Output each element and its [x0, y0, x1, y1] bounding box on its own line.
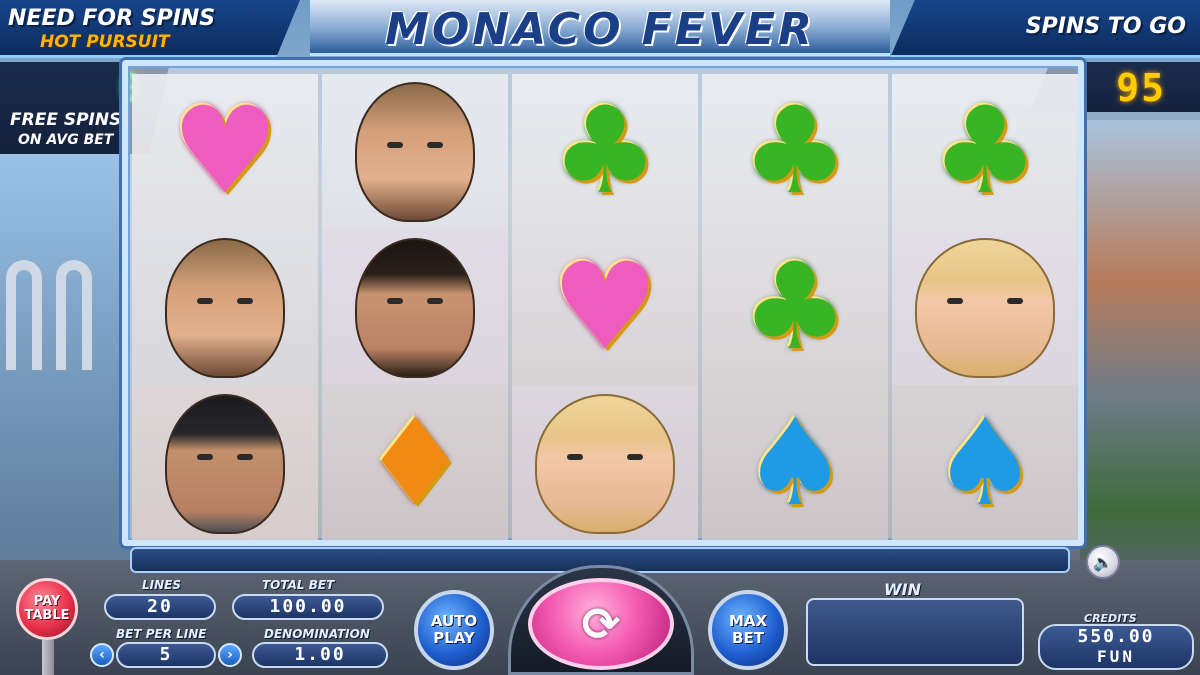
chevron-left-icon: ‹	[99, 647, 105, 663]
paytable-stand	[42, 640, 54, 675]
bet-per-line-display: 5	[116, 642, 216, 668]
spins-to-go-counter: 95	[1116, 66, 1166, 110]
paytable-label-1: PAY	[33, 593, 61, 609]
reel-symbol-club: ♣	[892, 74, 1078, 229]
reel-symbol-spade: ♠	[702, 386, 888, 541]
brand-title: NEED FOR SPINS	[8, 6, 216, 31]
reel-symbol-club: ♣	[702, 74, 888, 229]
reel-1: ♥	[132, 74, 318, 541]
blonde-woman-portrait	[915, 237, 1055, 378]
reel-symbol-woman-dark	[322, 230, 508, 385]
spade-icon: ♠	[741, 393, 849, 533]
lines-label: LINES	[142, 578, 181, 592]
speaker-icon: 🔈	[1093, 552, 1113, 572]
club-icon: ♣	[551, 81, 659, 221]
spade-icon: ♠	[931, 393, 1039, 533]
blonde-woman-portrait	[535, 393, 675, 534]
denomination-label: DENOMINATION	[264, 627, 370, 641]
reel-symbol-spade: ♠	[892, 386, 1078, 541]
max-bet-label-2: BET	[732, 629, 764, 647]
reel-4: ♣ ♣ ♠	[702, 74, 888, 540]
free-spins-label: FREE SPINS	[10, 110, 122, 130]
blond-man-portrait	[355, 81, 475, 222]
reel-symbol-woman-blonde	[892, 230, 1078, 385]
bet-per-line-label: BET PER LINE	[116, 627, 207, 641]
reel-symbol-heart: ♥	[512, 230, 698, 385]
total-bet-display: 100.00	[232, 594, 384, 620]
auto-play-label-1: AUTO	[430, 611, 478, 630]
denomination-display: 1.00	[252, 642, 388, 668]
sound-toggle-button[interactable]: 🔈	[1086, 545, 1120, 579]
chevron-right-icon: ›	[227, 647, 233, 663]
credits-value: 550.00	[1077, 626, 1155, 647]
credits-mode: FUN	[1097, 647, 1135, 666]
reel-2: ♦	[322, 74, 508, 540]
bet-increase-button[interactable]: ›	[218, 643, 242, 667]
spin-button[interactable]: ⟳	[528, 578, 674, 670]
reel-symbol-woman-blonde	[512, 386, 698, 541]
max-bet-label-1: MAX	[728, 611, 768, 630]
paytable-button[interactable]: PAY TABLE	[16, 578, 78, 640]
reel-symbol-man-blond	[322, 74, 508, 229]
reel-symbol-man-dark	[132, 386, 318, 541]
win-label: WIN	[884, 580, 921, 599]
bet-decrease-button[interactable]: ‹	[90, 643, 114, 667]
credits-display: 550.00 FUN	[1038, 624, 1194, 670]
reel-symbol-diamond: ♦	[322, 386, 508, 541]
reel-symbol-club: ♣	[512, 74, 698, 229]
reel-3: ♣ ♥	[512, 74, 698, 541]
reel-symbol-man-blond	[132, 230, 318, 385]
reel-symbol-heart: ♥	[132, 74, 318, 229]
spins-to-go-label: SPINS TO GO	[1025, 14, 1186, 39]
brand-subtitle: HOT PURSUIT	[40, 32, 170, 52]
free-spins-sublabel: ON AVG BET	[18, 132, 114, 148]
auto-play-button[interactable]: AUTO PLAY	[414, 590, 494, 670]
total-bet-label: TOTAL BET	[262, 578, 335, 592]
dark-haired-woman-portrait	[355, 237, 475, 378]
auto-play-label-2: PLAY	[433, 629, 475, 647]
bridge-arch	[6, 260, 42, 370]
refresh-arrows-icon: ⟳	[581, 597, 621, 651]
background-city-left	[0, 150, 130, 590]
dark-haired-man-portrait	[165, 393, 285, 534]
reel-symbol-club: ♣	[702, 230, 888, 385]
win-display	[806, 598, 1024, 666]
diamond-icon: ♦	[361, 393, 469, 533]
heart-icon: ♥	[551, 237, 659, 377]
club-icon: ♣	[931, 81, 1039, 221]
reels-frame: ♥ ♦ ♣ ♥ ♣ ♣ ♠ ♣ ♠	[122, 60, 1084, 546]
bridge-arch	[56, 260, 92, 370]
background-city-right	[1080, 120, 1200, 580]
paytable-label-2: TABLE	[24, 608, 70, 623]
club-icon: ♣	[741, 237, 849, 377]
max-bet-button[interactable]: MAX BET	[708, 590, 788, 670]
reel-5: ♣ ♠	[892, 74, 1078, 540]
club-icon: ♣	[741, 81, 849, 221]
game-title: MONACO FEVER	[385, 4, 815, 55]
blond-man-portrait	[165, 237, 285, 378]
heart-icon: ♥	[171, 81, 279, 221]
lines-display: 20	[104, 594, 216, 620]
